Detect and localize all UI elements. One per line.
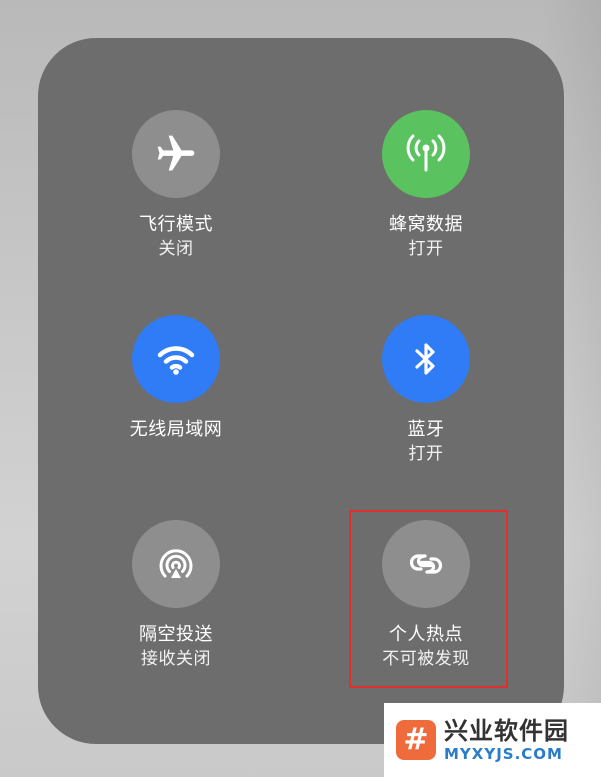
hotspot-highlight-box: [349, 510, 508, 688]
airplane-icon: [157, 135, 195, 171]
airplane-mode-status: 关闭: [158, 239, 194, 259]
airdrop-icon: [159, 549, 193, 578]
wifi-button[interactable]: [132, 315, 220, 403]
watermark-url: MYXYJS.COM: [444, 745, 563, 763]
watermark-logo: #: [396, 720, 436, 760]
bluetooth-icon: [415, 343, 435, 375]
cellular-data-button[interactable]: [382, 110, 470, 198]
cellular-antenna-icon: [406, 134, 446, 172]
watermark: # 兴业软件园 MYXYJS.COM: [384, 703, 601, 777]
wifi-toggle[interactable]: 无线局域网: [76, 315, 276, 442]
airdrop-button[interactable]: [132, 520, 220, 608]
cellular-data-label: 蜂窝数据: [389, 214, 463, 235]
bluetooth-status: 打开: [408, 444, 444, 464]
bluetooth-toggle[interactable]: 蓝牙 打开: [326, 315, 526, 466]
airplane-mode-label: 飞行模式: [139, 214, 213, 235]
airdrop-toggle[interactable]: 隔空投送 接收关闭: [76, 520, 276, 671]
bluetooth-label: 蓝牙: [407, 419, 445, 440]
bluetooth-button[interactable]: [382, 315, 470, 403]
airplane-mode-toggle[interactable]: 飞行模式 关闭: [76, 110, 276, 261]
wifi-label: 无线局域网: [129, 419, 223, 440]
watermark-text: 兴业软件园 MYXYJS.COM: [444, 717, 569, 763]
watermark-title: 兴业软件园: [444, 717, 569, 745]
cellular-data-status: 打开: [408, 239, 444, 259]
airdrop-status: 接收关闭: [141, 649, 211, 669]
airdrop-label: 隔空投送: [139, 624, 213, 645]
wifi-icon: [157, 346, 195, 375]
airplane-mode-button[interactable]: [132, 110, 220, 198]
cellular-data-toggle[interactable]: 蜂窝数据 打开: [326, 110, 526, 261]
